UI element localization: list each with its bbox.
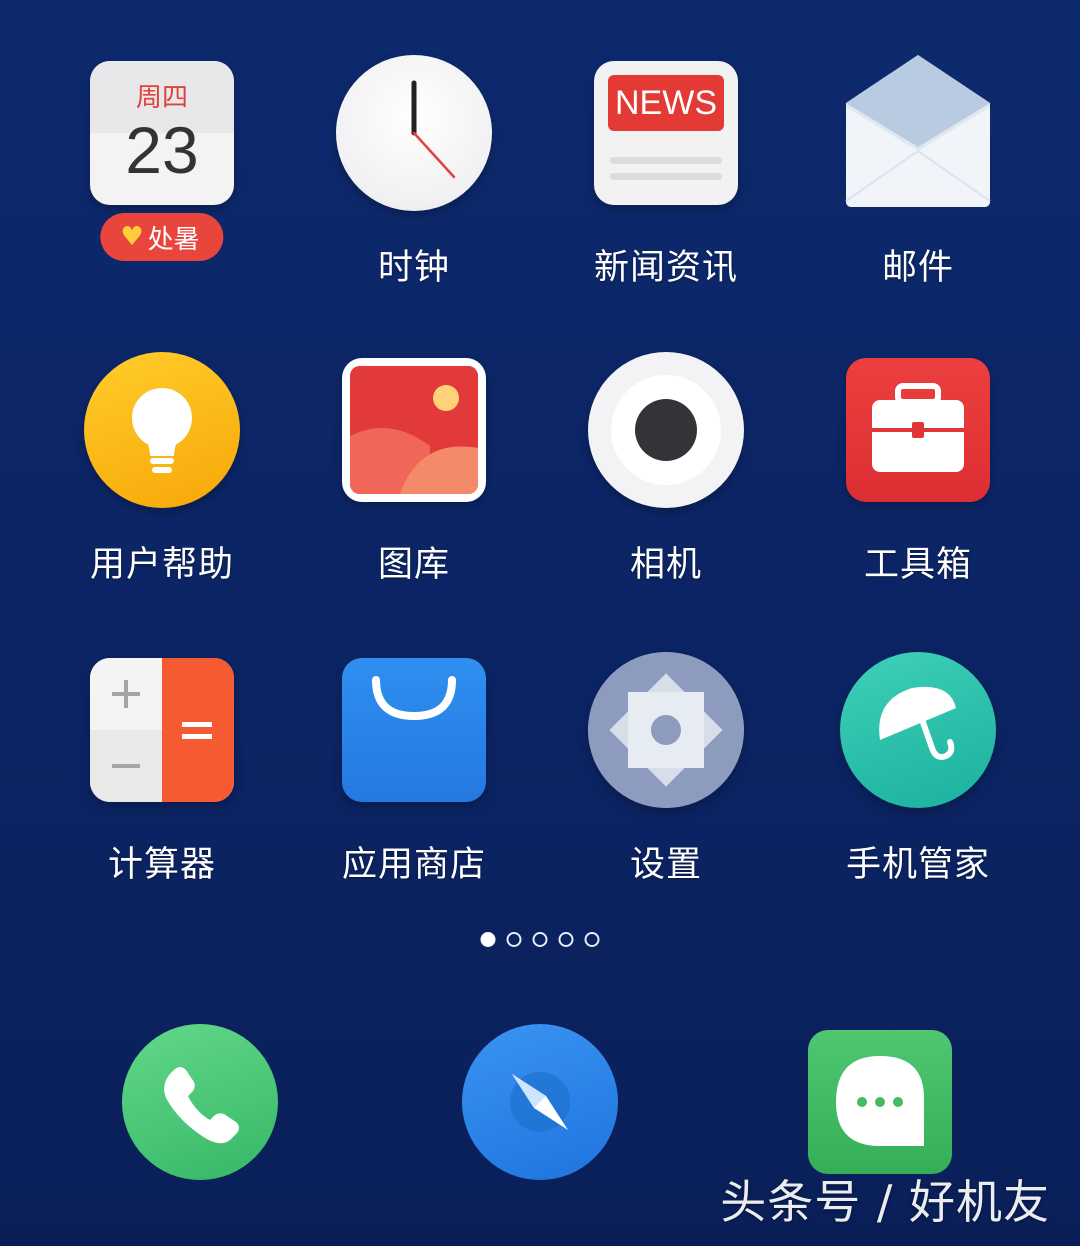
app-label-mail: 邮件	[881, 248, 954, 288]
dock-phone[interactable]	[122, 1024, 278, 1180]
app-toolbox[interactable]: 工具箱	[793, 352, 1043, 612]
app-label-news: 新闻资讯	[593, 248, 738, 288]
app-settings[interactable]: 设置	[541, 652, 791, 912]
watermark-text: 头条号 / 好机友	[720, 1175, 1050, 1229]
compass-icon	[510, 1072, 570, 1132]
app-store[interactable]: 应用商店	[289, 652, 539, 912]
calculator-icon	[84, 652, 240, 808]
app-calendar[interactable]: 周四 23 ♥ 处暑	[37, 55, 287, 315]
page-dot[interactable]	[506, 932, 522, 947]
briefcase-icon	[840, 352, 996, 508]
shopping-bag-icon	[336, 652, 492, 808]
app-mail[interactable]: 邮件	[793, 55, 1043, 315]
app-label-help: 用户帮助	[89, 545, 234, 585]
app-label-settings: 设置	[629, 845, 702, 885]
dock-messages[interactable]	[808, 1030, 952, 1174]
clock-icon	[336, 55, 492, 211]
home-screen: 周四 23 ♥ 处暑 时钟 NEWS 新闻资讯 邮件 用户帮助 图库 相机 工具…	[0, 0, 1080, 1246]
app-gallery[interactable]: 图库	[289, 352, 539, 612]
app-label-store: 应用商店	[341, 845, 486, 885]
app-label-toolbox: 工具箱	[863, 545, 972, 585]
camera-icon	[588, 352, 744, 508]
app-clock[interactable]: 时钟	[289, 55, 539, 315]
app-label-clock: 时钟	[377, 248, 450, 288]
app-phone-manager[interactable]: 手机管家	[793, 652, 1043, 912]
envelope-icon	[840, 55, 996, 211]
app-label-camera: 相机	[629, 545, 702, 585]
page-indicator[interactable]	[480, 932, 600, 947]
app-label-gallery: 图库	[377, 545, 450, 585]
page-dot[interactable]	[480, 932, 496, 947]
heart-icon: ♥	[120, 222, 144, 252]
phone-icon	[164, 1067, 239, 1144]
page-dot[interactable]	[532, 932, 548, 947]
solar-term-text: 处暑	[147, 224, 200, 255]
app-news[interactable]: NEWS 新闻资讯	[541, 55, 791, 315]
gallery-icon	[336, 352, 492, 508]
settings-gear-icon	[588, 652, 744, 808]
news-icon: NEWS	[588, 55, 744, 211]
app-calculator[interactable]: 计算器	[37, 652, 287, 912]
app-label-calculator: 计算器	[107, 845, 216, 885]
app-camera[interactable]: 相机	[541, 352, 791, 612]
app-help[interactable]: 用户帮助	[37, 352, 287, 612]
calendar-icon: 周四 23 ♥ 处暑	[84, 55, 240, 261]
page-dot[interactable]	[584, 932, 600, 947]
chat-bubble-icon	[836, 1056, 924, 1146]
page-dot[interactable]	[558, 932, 574, 947]
lightbulb-icon	[84, 352, 240, 508]
umbrella-icon	[840, 652, 996, 808]
calendar-weekday: 周四	[135, 83, 188, 113]
dock-browser[interactable]	[462, 1024, 618, 1180]
calendar-day: 23	[125, 113, 199, 187]
app-label-phone-manager: 手机管家	[845, 845, 990, 885]
news-banner-text: NEWS	[608, 75, 724, 131]
solar-term-badge[interactable]: ♥ 处暑	[100, 213, 224, 261]
